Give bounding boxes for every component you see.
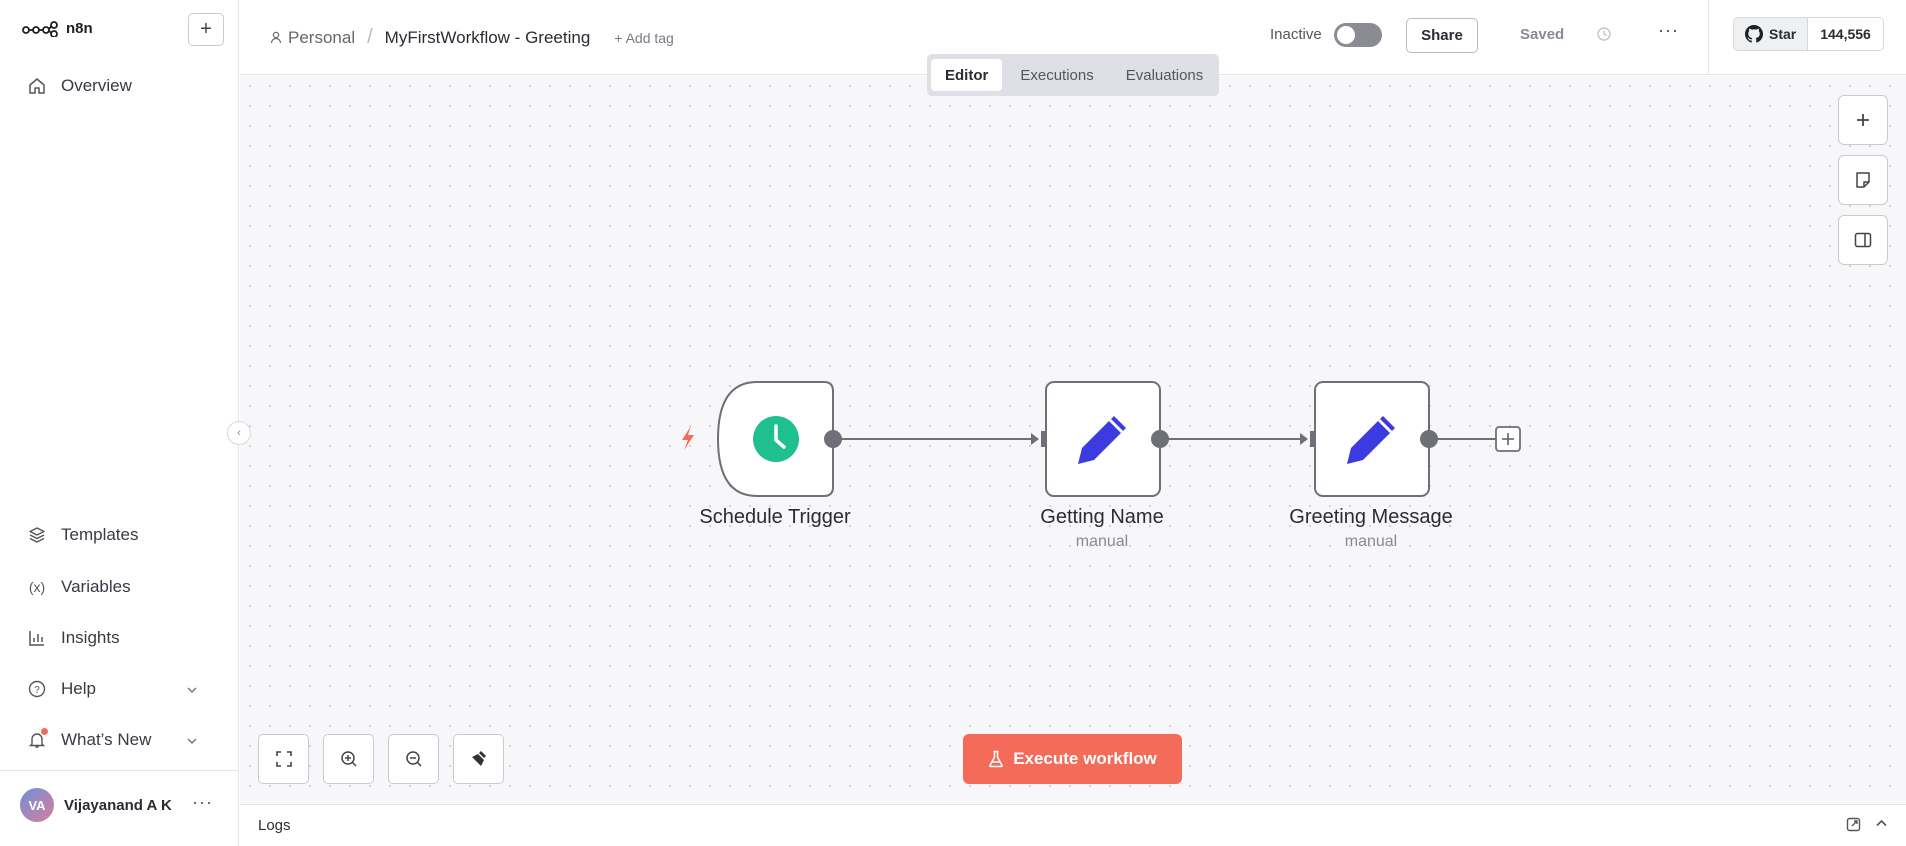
breadcrumb-separator: / <box>367 26 373 48</box>
sidebar-item-variables[interactable]: (x) Variables <box>0 567 238 607</box>
plus-icon <box>1857 114 1869 126</box>
more-horizontal-icon[interactable]: ··· <box>1658 20 1679 41</box>
sidebar-item-templates[interactable]: Templates <box>0 515 238 555</box>
connection-arrow <box>1300 433 1308 445</box>
home-icon <box>27 76 47 96</box>
user-name: Vijayanand A K <box>64 797 172 814</box>
node-label[interactable]: Getting Name <box>1040 506 1163 529</box>
output-handle <box>1151 430 1169 448</box>
panel-right-icon <box>1854 232 1872 248</box>
user-icon <box>270 31 282 44</box>
toggle-panel-button[interactable] <box>1838 215 1888 265</box>
zoom-out-icon <box>405 751 422 767</box>
tidy-up-button[interactable] <box>453 734 504 784</box>
sidebar-item-overview[interactable]: Overview <box>0 66 238 106</box>
svg-text:?: ? <box>34 685 40 696</box>
chevron-up-icon[interactable] <box>1875 817 1888 837</box>
saved-status: Saved <box>1520 26 1565 43</box>
sidebar: n8n + Overview Templates (x) Variables I… <box>0 0 239 846</box>
bell-icon <box>27 728 48 750</box>
create-new-button[interactable]: + <box>188 13 224 46</box>
zoom-in-icon <box>340 751 357 767</box>
breadcrumb-project[interactable]: Personal <box>270 28 355 48</box>
clock-icon <box>753 416 799 462</box>
sidebar-item-label: Variables <box>61 577 131 596</box>
help-icon: ? <box>27 679 47 699</box>
header-divider <box>1708 0 1709 75</box>
github-star-button[interactable]: Star 144,556 <box>1733 17 1884 51</box>
node-subtitle: manual <box>1344 533 1398 550</box>
node-subtitle: manual <box>1075 533 1129 550</box>
node-label[interactable]: Greeting Message <box>1289 506 1452 529</box>
fit-view-icon <box>275 751 292 767</box>
execute-workflow-button[interactable]: Execute workflow <box>963 734 1182 784</box>
sidebar-item-help[interactable]: ? Help <box>0 669 238 709</box>
active-toggle[interactable] <box>1334 23 1382 47</box>
output-handle <box>824 430 842 448</box>
share-button[interactable]: Share <box>1406 18 1478 53</box>
avatar: VA <box>20 788 54 822</box>
sticky-note-icon <box>1856 172 1870 188</box>
sidebar-item-label: Templates <box>61 525 139 544</box>
chevron-left-icon: ‹ <box>237 427 241 439</box>
sidebar-item-label: What’s New <box>61 730 152 749</box>
sidebar-item-insights[interactable]: Insights <box>0 618 238 658</box>
github-star-count: 144,556 <box>1808 18 1883 50</box>
sidebar-item-label: Overview <box>61 76 132 95</box>
variables-icon: (x) <box>28 579 46 595</box>
node-label[interactable]: Schedule Trigger <box>699 506 850 529</box>
output-handle <box>1420 430 1438 448</box>
zoom-controls <box>258 734 504 784</box>
notification-dot <box>41 728 48 735</box>
github-star-label: Star <box>1769 26 1797 42</box>
project-name: Personal <box>288 27 356 47</box>
chevron-down-icon <box>186 681 198 701</box>
connection-arrow <box>1031 433 1039 445</box>
fit-view-button[interactable] <box>258 734 309 784</box>
zoom-out-button[interactable] <box>388 734 439 784</box>
logs-actions <box>1846 817 1888 837</box>
broom-icon <box>471 751 486 766</box>
insights-icon <box>27 628 47 648</box>
add-node-button[interactable] <box>1838 95 1888 145</box>
breadcrumb: Personal / MyFirstWorkflow - Greeting + … <box>270 26 674 49</box>
tab-executions[interactable]: Executions <box>1006 59 1107 91</box>
zoom-in-button[interactable] <box>323 734 374 784</box>
brand-logo[interactable]: n8n <box>22 20 93 37</box>
workflow-canvas[interactable]: Schedule Trigger Getting Name manual Gre… <box>240 76 1906 804</box>
trigger-bolt-icon <box>682 426 694 450</box>
sidebar-item-label: Help <box>61 679 96 698</box>
input-handle <box>1310 431 1316 447</box>
add-tag-button[interactable]: + Add tag <box>614 30 674 46</box>
collapse-sidebar-button[interactable]: ‹ <box>227 421 251 445</box>
sidebar-item-whats-new[interactable]: What’s New <box>0 720 238 760</box>
input-handle <box>1041 431 1047 447</box>
add-node-plus-icon <box>1495 426 1521 452</box>
more-horizontal-icon[interactable]: ··· <box>192 792 213 813</box>
workflow-name[interactable]: MyFirstWorkflow - Greeting <box>385 28 591 48</box>
chevron-down-icon <box>186 732 198 752</box>
github-star[interactable]: Star <box>1734 18 1809 50</box>
tab-editor[interactable]: Editor <box>931 59 1003 91</box>
sidebar-item-label: Insights <box>61 628 120 647</box>
flask-icon <box>989 750 1004 768</box>
add-sticky-note-button[interactable] <box>1838 155 1888 205</box>
active-status-label: Inactive <box>1270 26 1322 43</box>
templates-icon <box>27 525 47 545</box>
pop-out-icon[interactable] <box>1846 817 1861 837</box>
execute-workflow-label: Execute workflow <box>1013 749 1157 768</box>
brand-name: n8n <box>66 20 93 37</box>
github-icon <box>1745 25 1763 43</box>
logs-panel[interactable]: Logs <box>240 804 1906 846</box>
user-menu[interactable]: VA Vijayanand A K ··· <box>0 770 238 846</box>
canvas-side-tools <box>1838 95 1888 265</box>
tab-evaluations[interactable]: Evaluations <box>1112 59 1218 91</box>
workflow-graph <box>682 381 1521 497</box>
logs-label: Logs <box>258 817 291 834</box>
history-icon[interactable] <box>1596 26 1612 47</box>
plus-icon: + <box>200 18 212 40</box>
n8n-logo-icon <box>22 20 58 37</box>
view-tabs: Editor Executions Evaluations <box>927 54 1219 96</box>
